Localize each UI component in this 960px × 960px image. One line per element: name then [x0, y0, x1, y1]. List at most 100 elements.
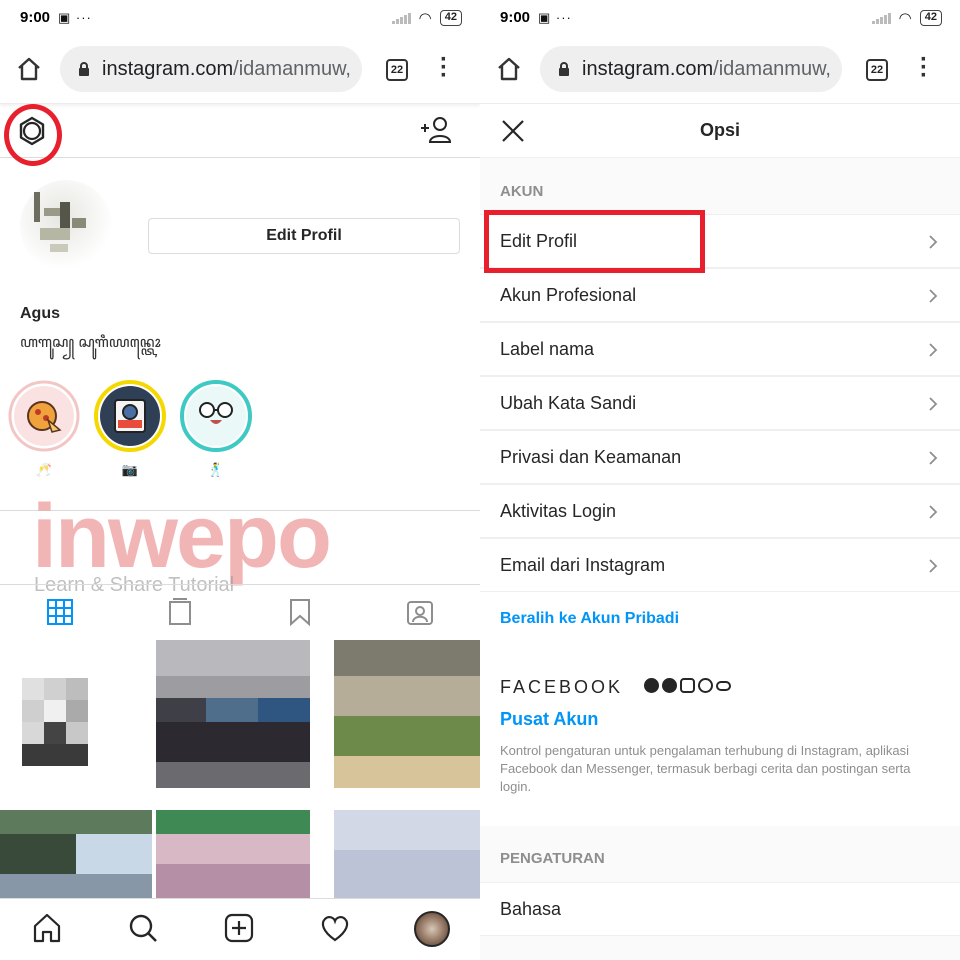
post-thumbnail[interactable] — [334, 640, 480, 788]
accounts-center-link[interactable]: Pusat Akun — [500, 709, 598, 730]
edit-profile-button[interactable]: Edit Profil — [148, 218, 460, 254]
option-label: Ubah Kata Sandi — [500, 393, 637, 413]
home-icon[interactable] — [16, 56, 42, 82]
option-name-tag[interactable]: Label nama — [480, 322, 960, 376]
highlight-label: 🥂 — [35, 462, 53, 477]
search-icon[interactable] — [126, 911, 160, 945]
igtv-feed-icon[interactable] — [165, 597, 195, 627]
options-screen: 9:00 ▣ ··· ◠ 42 instagram.com/idamanmuw,… — [480, 0, 960, 960]
lock-icon — [559, 62, 569, 76]
portal-icon — [716, 681, 731, 691]
tagged-icon[interactable] — [405, 597, 435, 627]
instagram-icon — [680, 678, 695, 693]
grid-view-icon[interactable] — [45, 597, 75, 627]
profile-avatar[interactable] — [20, 180, 112, 272]
tab-switcher-button[interactable]: 22 — [386, 59, 408, 81]
profile-header — [0, 104, 480, 158]
browser-menu-icon[interactable]: · · · — [920, 48, 928, 88]
post-thumbnail[interactable] — [156, 810, 310, 898]
options-header: Opsi — [480, 104, 960, 158]
option-language[interactable]: Bahasa — [480, 882, 960, 936]
edit-profile-highlight-annotation — [484, 210, 705, 273]
chevron-right-icon — [929, 505, 938, 519]
chevron-right-icon — [929, 559, 938, 573]
story-highlight-3[interactable] — [180, 380, 252, 452]
option-label: Akun Profesional — [500, 285, 637, 305]
section-header-settings: PENGATURAN — [480, 836, 960, 882]
bottom-navigation — [0, 898, 480, 960]
url-path: /idamanmuw, — [233, 58, 351, 80]
battery-icon: 42 — [919, 10, 942, 26]
browser-toolbar: instagram.com/idamanmuw, 22 · · · — [0, 36, 480, 104]
facebook-section: FACEBOOK Pusat Akun Kontrol pengaturan u… — [480, 645, 960, 825]
chevron-right-icon — [929, 451, 938, 465]
add-person-icon[interactable] — [420, 116, 454, 144]
home-icon[interactable] — [496, 56, 522, 82]
wifi-icon: ◠ — [898, 10, 912, 27]
notification-icons: ▣ ··· — [58, 10, 92, 25]
url-text: instagram.com/idamanmuw, — [102, 58, 362, 81]
status-time: 9:00 — [500, 9, 531, 26]
profile-username: Agus — [20, 305, 60, 322]
option-label: Label nama — [500, 339, 595, 359]
url-bar[interactable]: instagram.com/idamanmuw, — [540, 46, 842, 92]
messenger-icon — [662, 678, 677, 693]
story-highlight-2[interactable] — [94, 380, 166, 452]
story-highlight-1[interactable] — [8, 380, 80, 452]
new-post-icon[interactable] — [222, 911, 256, 945]
highlight-label: 🕺 — [207, 462, 225, 477]
heart-icon[interactable] — [318, 911, 352, 945]
option-label: Privasi dan Keamanan — [500, 447, 682, 467]
tab-switcher-button[interactable]: 22 — [866, 59, 888, 81]
chevron-right-icon — [929, 289, 938, 303]
accounts-center-description: Kontrol pengaturan untuk pengalaman terh… — [500, 743, 911, 794]
url-domain: instagram.com — [582, 58, 714, 80]
home-icon[interactable] — [30, 911, 64, 945]
saved-bookmark-icon[interactable] — [285, 597, 315, 627]
lock-icon — [79, 62, 89, 76]
option-change-password[interactable]: Ubah Kata Sandi — [480, 376, 960, 430]
wifi-icon: ◠ — [418, 10, 432, 27]
option-professional-account[interactable]: Akun Profesional — [480, 268, 960, 322]
gear-highlight-annotation — [4, 104, 62, 166]
battery-icon: 42 — [439, 10, 462, 26]
profile-tabs — [0, 584, 480, 638]
option-label: Aktivitas Login — [500, 501, 617, 521]
switch-to-personal-link[interactable]: Beralih ke Akun Pribadi — [500, 610, 679, 628]
profile-bio: ꦲꦒꦸꦱ꧀ ꦱꦸꦒꦶꦪꦤ꧀ꦠꦺꦴ — [20, 334, 161, 351]
whatsapp-icon — [698, 678, 713, 693]
browser-menu-icon[interactable]: · · · — [440, 48, 448, 88]
pizza-icon — [14, 386, 74, 446]
url-bar[interactable]: instagram.com/idamanmuw, — [60, 46, 362, 92]
post-thumbnail[interactable] — [0, 810, 152, 898]
facebook-wordmark: FACEBOOK — [500, 677, 624, 697]
watermark-logo: inwepo — [32, 487, 332, 587]
chevron-right-icon — [929, 343, 938, 357]
section-header-account: AKUN — [480, 158, 960, 214]
camera-icon — [100, 386, 160, 446]
section-spacer — [480, 936, 960, 960]
option-label: Bahasa — [500, 899, 562, 919]
page-title: Opsi — [699, 120, 740, 140]
signal-icon — [391, 12, 411, 24]
profile-avatar-nav[interactable] — [414, 911, 450, 947]
status-time: 9:00 — [20, 9, 51, 26]
signal-icon — [871, 12, 891, 24]
post-thumbnail[interactable] — [156, 640, 310, 788]
post-thumbnail[interactable] — [334, 810, 480, 898]
profile-screen: 9:00 ▣ ··· ◠ 42 instagram.com/idamanmuw,… — [0, 0, 480, 960]
url-text: instagram.com/idamanmuw, — [582, 58, 842, 81]
facebook-icon — [644, 678, 659, 693]
browser-toolbar: instagram.com/idamanmuw, 22 · · · — [480, 36, 960, 104]
option-label: Email dari Instagram — [500, 555, 666, 575]
option-login-activity[interactable]: Aktivitas Login — [480, 484, 960, 538]
url-domain: instagram.com — [102, 58, 234, 80]
option-emails-from-instagram[interactable]: Email dari Instagram — [480, 538, 960, 592]
url-path: /idamanmuw, — [713, 58, 831, 80]
option-privacy-security[interactable]: Privasi dan Keamanan — [480, 430, 960, 484]
status-bar: 9:00 ▣ ··· ◠ 42 — [480, 0, 960, 36]
highlight-label: 📷 — [121, 462, 139, 477]
post-thumbnail[interactable] — [0, 640, 152, 788]
status-right: ◠ 42 — [871, 9, 942, 27]
glasses-face-icon — [186, 386, 246, 446]
